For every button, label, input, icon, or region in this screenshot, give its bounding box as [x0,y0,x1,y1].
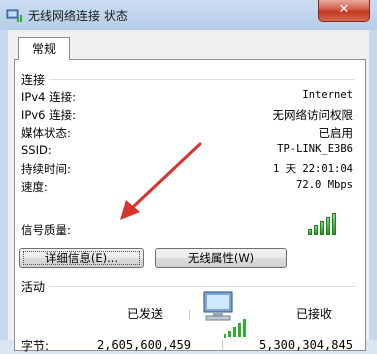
ipv4-label: IPv4 连接: [21,90,76,104]
speed-row: 速度: 72.0 Mbps [15,179,365,195]
window-title: 无线网络连接 状态 [28,9,128,23]
bytes-sent-value: 2,605,600,459 [97,338,191,352]
activity-separator-upper [189,310,190,320]
signal-bar [308,229,312,235]
signal-strength-icon [308,213,338,235]
signal-label: 信号质量: [21,223,71,237]
status-window: 无线网络连接 状态 ✕ 常规 连接 IPv4 连接: Internet IPv6… [0,0,377,353]
ssid-label: SSID: [21,143,52,157]
duration-row: 持续时间: 1 天 22:01:04 [15,161,365,177]
wireless-properties-label: 无线属性(W) [187,251,255,265]
activity-divider [49,286,355,287]
client-area: 常规 连接 IPv4 连接: Internet IPv6 连接: 无网络访问权限… [8,30,369,353]
ssid-value: TP-LINK_E3B6 [277,143,353,155]
general-panel: 连接 IPv4 连接: Internet IPv6 连接: 无网络访问权限 媒体… [14,59,366,353]
received-label: 已接收 [296,307,333,321]
media-state-value: 已启用 [318,126,354,140]
ipv4-value: Internet [302,89,353,101]
speed-label: 速度: [21,180,48,194]
ipv6-row: IPv6 连接: 无网络访问权限 [15,107,365,123]
title-bar[interactable]: 无线网络连接 状态 ✕ [0,0,377,30]
network-icon [6,7,24,23]
duration-value: 1 天 22:01:04 [272,163,353,175]
connection-divider [49,79,355,80]
details-button[interactable]: 详细信息(E)... [19,248,144,268]
ssid-row: SSID: TP-LINK_E3B6 [15,143,365,159]
sent-label: 已发送 [127,307,164,321]
signal-bar [314,225,318,235]
signal-bar [320,221,324,235]
bytes-received-value: 5,300,304,845 [259,338,353,352]
close-button[interactable]: ✕ [318,0,370,22]
ipv6-value: 无网络访问权限 [272,108,354,122]
tab-general[interactable]: 常规 [18,37,70,60]
speed-value: 72.0 Mbps [296,179,353,191]
activity-heading: 活动 [21,280,46,294]
wireless-properties-button[interactable]: 无线属性(W) [155,248,287,268]
signal-bar [332,213,336,235]
activity-separator-lower [222,340,223,350]
signal-bar [326,217,330,235]
media-state-row: 媒体状态: 已启用 [15,125,365,141]
ipv4-row: IPv4 连接: Internet [15,89,365,105]
focus-ring [23,251,140,265]
ipv6-label: IPv6 连接: [21,108,76,122]
computer-activity-icon [198,290,248,340]
duration-label: 持续时间: [21,162,71,176]
media-state-label: 媒体状态: [21,126,71,140]
connection-heading: 连接 [21,73,46,87]
